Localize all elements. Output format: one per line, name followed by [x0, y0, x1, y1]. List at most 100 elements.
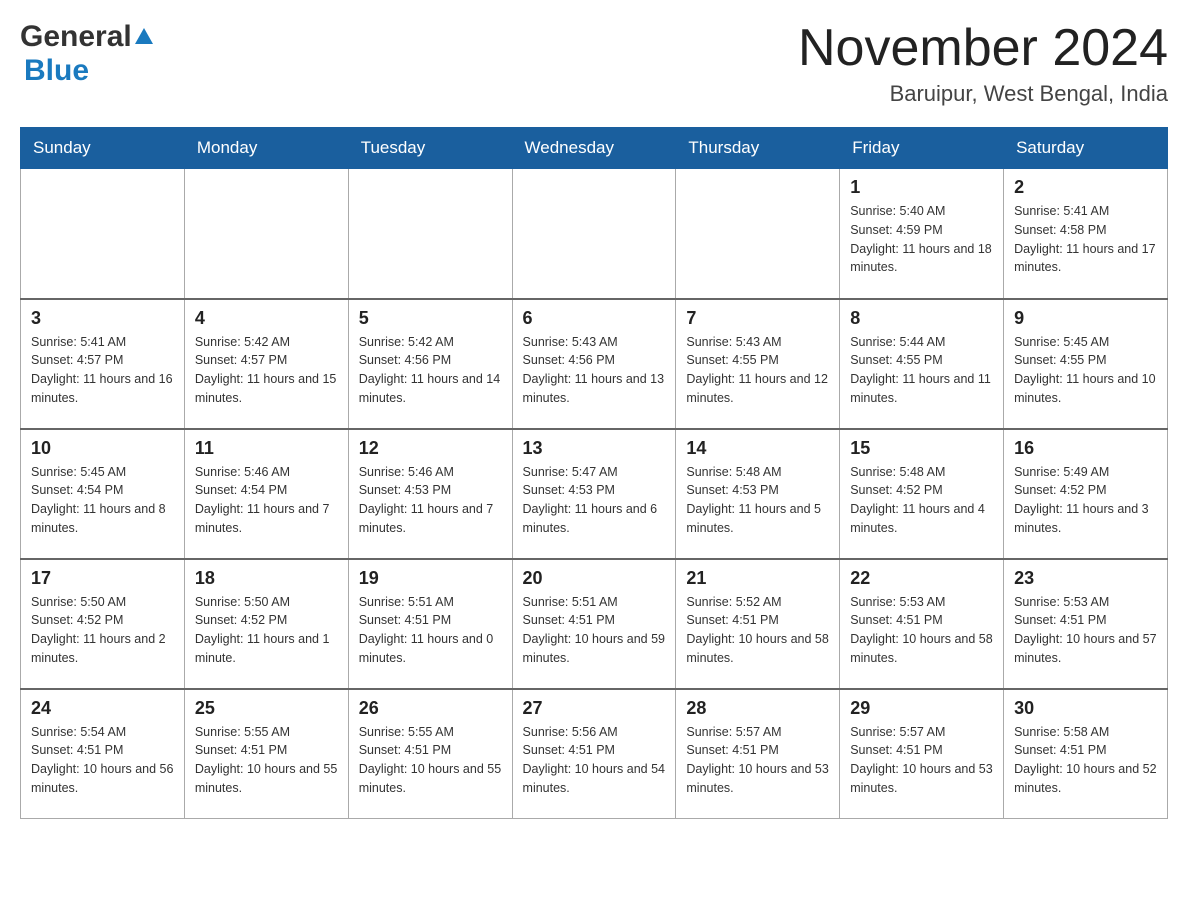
calendar-week-2: 3 Sunrise: 5:41 AMSunset: 4:57 PMDaylight… [21, 299, 1168, 429]
calendar-cell: 9 Sunrise: 5:45 AMSunset: 4:55 PMDaylight… [1004, 299, 1168, 429]
day-number: 2 [1014, 177, 1157, 198]
logo: General Blue [20, 20, 153, 88]
logo-blue-text: Blue [24, 54, 89, 88]
day-number: 28 [686, 698, 829, 719]
calendar-cell [676, 169, 840, 299]
calendar-cell: 17 Sunrise: 5:50 AMSunset: 4:52 PMDayligh… [21, 559, 185, 689]
day-number: 16 [1014, 438, 1157, 459]
calendar-cell: 28Sunrise: 5:57 AMSunset: 4:51 PMDayligh… [676, 689, 840, 819]
day-info: Sunrise: 5:43 AMSunset: 4:55 PMDaylight:… [686, 333, 829, 408]
day-info: Sunrise: 5:45 AMSunset: 4:54 PMDaylight:… [31, 463, 174, 538]
weekday-header-tuesday: Tuesday [348, 128, 512, 169]
day-info: Sunrise: 5:48 AMSunset: 4:53 PMDaylight:… [686, 463, 829, 538]
day-info: Sunrise: 5:55 AMSunset: 4:51 PMDaylight:… [195, 723, 338, 798]
calendar-cell: 19 Sunrise: 5:51 AMSunset: 4:51 PMDayligh… [348, 559, 512, 689]
day-info: Sunrise: 5:53 AMSunset: 4:51 PMDaylight:… [1014, 593, 1157, 668]
calendar-cell [21, 169, 185, 299]
calendar-cell: 7 Sunrise: 5:43 AMSunset: 4:55 PMDaylight… [676, 299, 840, 429]
day-number: 1 [850, 177, 993, 198]
calendar-cell: 14 Sunrise: 5:48 AMSunset: 4:53 PMDayligh… [676, 429, 840, 559]
day-info: Sunrise: 5:45 AMSunset: 4:55 PMDaylight:… [1014, 333, 1157, 408]
calendar-cell: 13 Sunrise: 5:47 AMSunset: 4:53 PMDayligh… [512, 429, 676, 559]
title-section: November 2024 Baruipur, West Bengal, Ind… [798, 20, 1168, 107]
month-title: November 2024 [798, 20, 1168, 77]
calendar-cell: 6Sunrise: 5:43 AMSunset: 4:56 PMDaylight… [512, 299, 676, 429]
day-number: 7 [686, 308, 829, 329]
day-number: 19 [359, 568, 502, 589]
location-title: Baruipur, West Bengal, India [798, 81, 1168, 107]
day-info: Sunrise: 5:51 AMSunset: 4:51 PMDaylight:… [523, 593, 666, 668]
day-number: 9 [1014, 308, 1157, 329]
day-number: 23 [1014, 568, 1157, 589]
day-info: Sunrise: 5:54 AMSunset: 4:51 PMDaylight:… [31, 723, 174, 798]
day-info: Sunrise: 5:46 AMSunset: 4:54 PMDaylight:… [195, 463, 338, 538]
day-info: Sunrise: 5:47 AMSunset: 4:53 PMDaylight:… [523, 463, 666, 538]
day-info: Sunrise: 5:52 AMSunset: 4:51 PMDaylight:… [686, 593, 829, 668]
calendar-cell: 16 Sunrise: 5:49 AMSunset: 4:52 PMDayligh… [1004, 429, 1168, 559]
day-number: 5 [359, 308, 502, 329]
calendar-week-4: 17 Sunrise: 5:50 AMSunset: 4:52 PMDayligh… [21, 559, 1168, 689]
logo-triangle-icon [135, 28, 153, 44]
day-info: Sunrise: 5:53 AMSunset: 4:51 PMDaylight:… [850, 593, 993, 668]
day-info: Sunrise: 5:41 AMSunset: 4:57 PMDaylight:… [31, 333, 174, 408]
day-number: 4 [195, 308, 338, 329]
day-number: 17 [31, 568, 174, 589]
calendar-cell [512, 169, 676, 299]
calendar-cell: 10 Sunrise: 5:45 AMSunset: 4:54 PMDayligh… [21, 429, 185, 559]
calendar-cell: 3 Sunrise: 5:41 AMSunset: 4:57 PMDaylight… [21, 299, 185, 429]
day-number: 21 [686, 568, 829, 589]
calendar-week-5: 24 Sunrise: 5:54 AMSunset: 4:51 PMDayligh… [21, 689, 1168, 819]
day-info: Sunrise: 5:51 AMSunset: 4:51 PMDaylight:… [359, 593, 502, 668]
weekday-header-sunday: Sunday [21, 128, 185, 169]
day-info: Sunrise: 5:40 AMSunset: 4:59 PMDaylight:… [850, 202, 993, 277]
day-info: Sunrise: 5:55 AMSunset: 4:51 PMDaylight:… [359, 723, 502, 798]
calendar-cell: 30Sunrise: 5:58 AMSunset: 4:51 PMDayligh… [1004, 689, 1168, 819]
day-number: 15 [850, 438, 993, 459]
day-info: Sunrise: 5:49 AMSunset: 4:52 PMDaylight:… [1014, 463, 1157, 538]
day-number: 22 [850, 568, 993, 589]
day-number: 8 [850, 308, 993, 329]
day-number: 14 [686, 438, 829, 459]
calendar-cell: 11 Sunrise: 5:46 AMSunset: 4:54 PMDayligh… [184, 429, 348, 559]
day-number: 18 [195, 568, 338, 589]
calendar-cell: 23 Sunrise: 5:53 AMSunset: 4:51 PMDayligh… [1004, 559, 1168, 689]
day-number: 20 [523, 568, 666, 589]
day-info: Sunrise: 5:50 AMSunset: 4:52 PMDaylight:… [31, 593, 174, 668]
calendar-week-3: 10 Sunrise: 5:45 AMSunset: 4:54 PMDayligh… [21, 429, 1168, 559]
weekday-header-friday: Friday [840, 128, 1004, 169]
calendar-cell: 18 Sunrise: 5:50 AMSunset: 4:52 PMDayligh… [184, 559, 348, 689]
day-number: 3 [31, 308, 174, 329]
day-number: 29 [850, 698, 993, 719]
day-info: Sunrise: 5:41 AMSunset: 4:58 PMDaylight:… [1014, 202, 1157, 277]
day-info: Sunrise: 5:50 AMSunset: 4:52 PMDaylight:… [195, 593, 338, 668]
day-info: Sunrise: 5:58 AMSunset: 4:51 PMDaylight:… [1014, 723, 1157, 798]
day-number: 25 [195, 698, 338, 719]
day-info: Sunrise: 5:42 AMSunset: 4:57 PMDaylight:… [195, 333, 338, 408]
weekday-header-saturday: Saturday [1004, 128, 1168, 169]
logo-general-text: General [20, 20, 132, 54]
calendar-cell: 21 Sunrise: 5:52 AMSunset: 4:51 PMDayligh… [676, 559, 840, 689]
calendar-cell: 4 Sunrise: 5:42 AMSunset: 4:57 PMDaylight… [184, 299, 348, 429]
day-info: Sunrise: 5:56 AMSunset: 4:51 PMDaylight:… [523, 723, 666, 798]
day-number: 11 [195, 438, 338, 459]
calendar-cell: 25 Sunrise: 5:55 AMSunset: 4:51 PMDayligh… [184, 689, 348, 819]
calendar-cell: 15 Sunrise: 5:48 AMSunset: 4:52 PMDayligh… [840, 429, 1004, 559]
day-info: Sunrise: 5:48 AMSunset: 4:52 PMDaylight:… [850, 463, 993, 538]
day-info: Sunrise: 5:42 AMSunset: 4:56 PMDaylight:… [359, 333, 502, 408]
day-info: Sunrise: 5:57 AMSunset: 4:51 PMDaylight:… [850, 723, 993, 798]
calendar-cell: 1 Sunrise: 5:40 AMSunset: 4:59 PMDaylight… [840, 169, 1004, 299]
weekday-header-thursday: Thursday [676, 128, 840, 169]
calendar-cell: 8 Sunrise: 5:44 AMSunset: 4:55 PMDaylight… [840, 299, 1004, 429]
calendar-cell: 22 Sunrise: 5:53 AMSunset: 4:51 PMDayligh… [840, 559, 1004, 689]
calendar-table: SundayMondayTuesdayWednesdayThursdayFrid… [20, 127, 1168, 819]
day-number: 13 [523, 438, 666, 459]
calendar-week-1: 1 Sunrise: 5:40 AMSunset: 4:59 PMDaylight… [21, 169, 1168, 299]
page-header: General Blue November 2024 Baruipur, Wes… [20, 20, 1168, 107]
day-number: 10 [31, 438, 174, 459]
calendar-cell [184, 169, 348, 299]
day-number: 24 [31, 698, 174, 719]
calendar-cell: 2 Sunrise: 5:41 AMSunset: 4:58 PMDaylight… [1004, 169, 1168, 299]
calendar-cell [348, 169, 512, 299]
day-info: Sunrise: 5:44 AMSunset: 4:55 PMDaylight:… [850, 333, 993, 408]
day-number: 6 [523, 308, 666, 329]
